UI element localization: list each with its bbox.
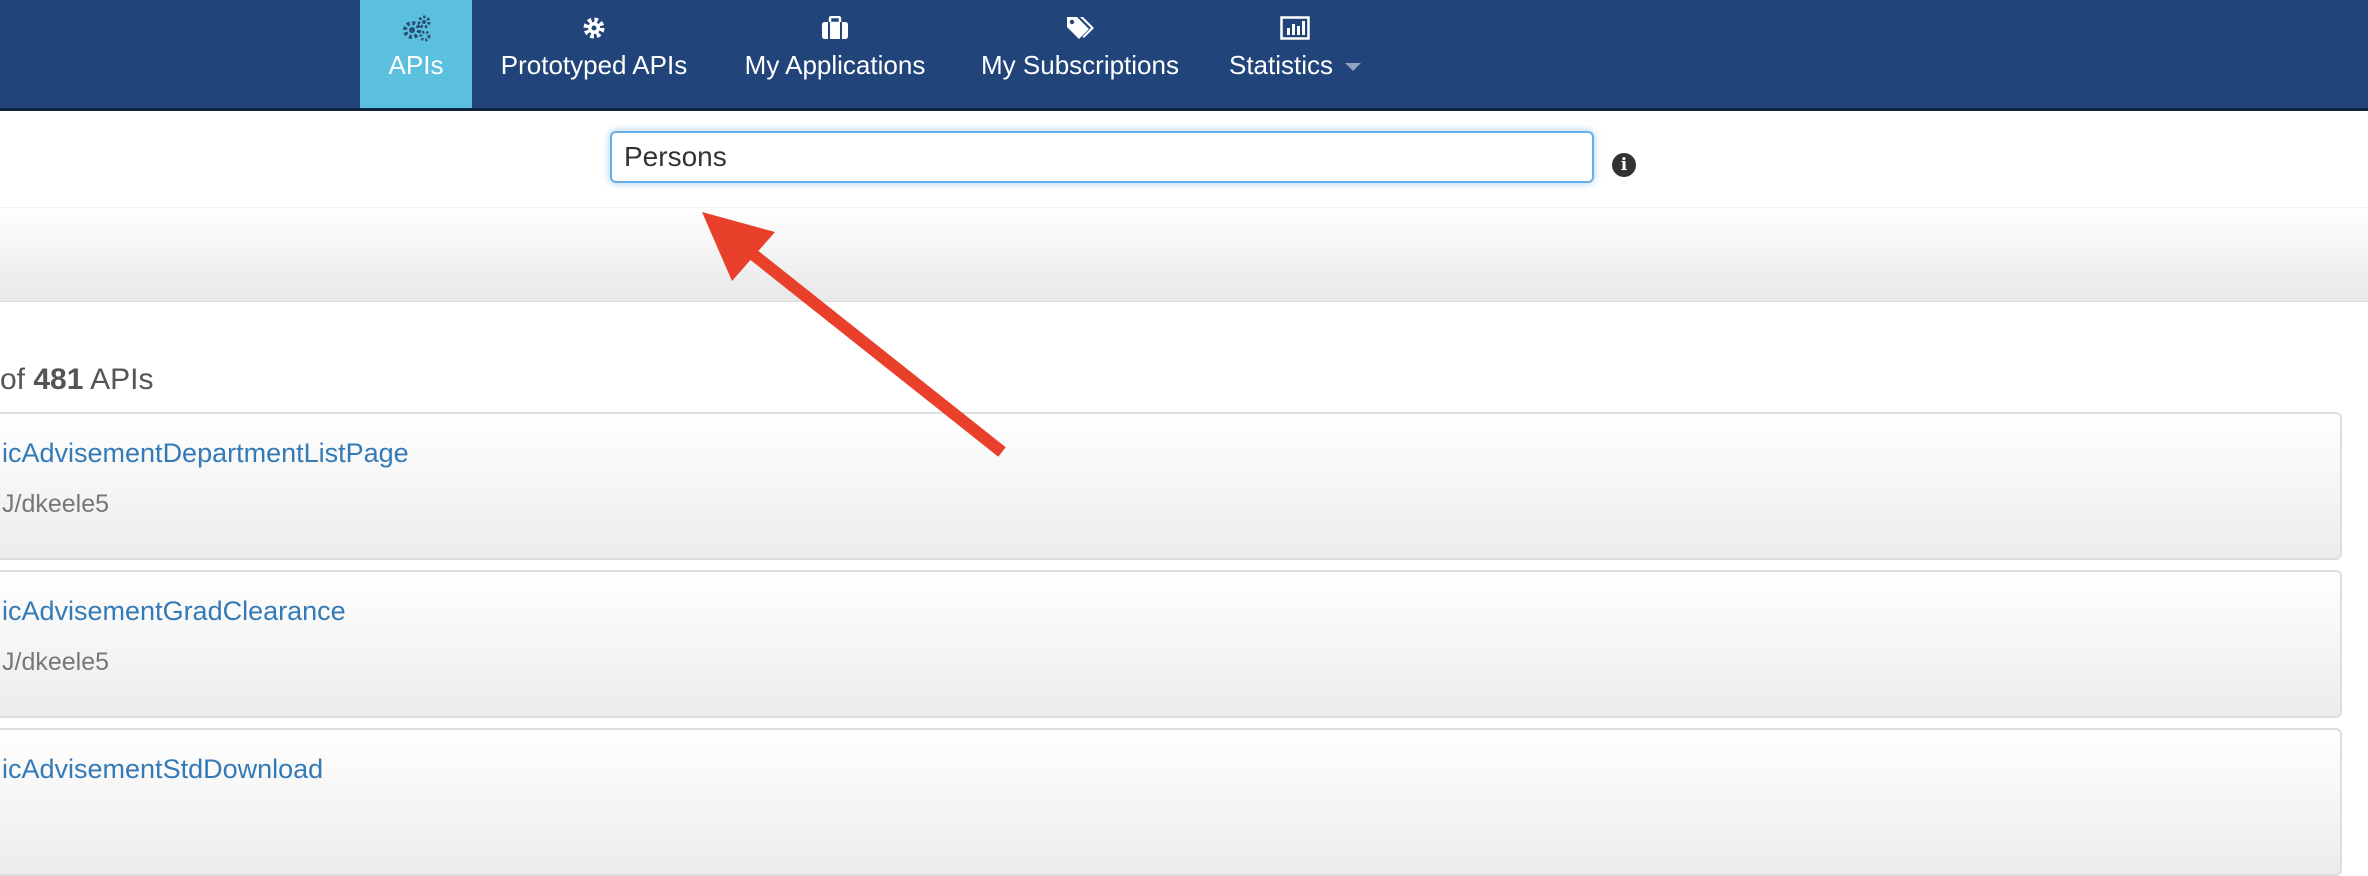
gear-icon	[578, 14, 610, 42]
results-suffix: APIs	[90, 363, 154, 396]
briefcase-icon	[819, 14, 851, 42]
nav-label: My Subscriptions	[981, 50, 1179, 80]
info-icon[interactable]: i	[1612, 153, 1636, 177]
nav-item-my-applications[interactable]: My Applications	[730, 0, 940, 108]
api-card[interactable]: icAdvisementStdDownload	[0, 728, 2342, 876]
api-name-link[interactable]: icAdvisementDepartmentListPage	[2, 438, 409, 469]
nav-label: Prototyped APIs	[500, 50, 688, 80]
chevron-down-icon[interactable]	[1345, 63, 1362, 72]
results-count: of 481 APIs	[0, 363, 153, 397]
results-prefix: of	[0, 363, 26, 396]
nav-label: APIs	[388, 50, 444, 80]
api-owner: J/dkeele5	[2, 648, 110, 676]
api-name-link[interactable]: icAdvisementGradClearance	[2, 596, 346, 627]
api-name-link[interactable]: icAdvisementStdDownload	[2, 754, 323, 785]
results-total: 481	[33, 363, 84, 396]
filter-band	[0, 208, 2368, 302]
nav-item-apis[interactable]: APIs	[360, 0, 472, 108]
bar-chart-icon	[1279, 14, 1311, 42]
nav-item-my-subscriptions[interactable]: My Subscriptions	[968, 0, 1192, 108]
api-card[interactable]: icAdvisementDepartmentListPage J/dkeele5	[0, 412, 2342, 560]
top-navbar: APIs Prototyped APIs My Applications My …	[0, 0, 2368, 111]
nav-label: My Applications	[744, 50, 926, 80]
statistics-label: Statistics	[1228, 50, 1334, 80]
gears-icon	[400, 14, 432, 42]
nav-label: Statistics	[1228, 50, 1362, 81]
api-card[interactable]: icAdvisementGradClearance J/dkeele5	[0, 570, 2342, 718]
search-input[interactable]	[610, 131, 1594, 183]
nav-item-prototyped-apis[interactable]: Prototyped APIs	[484, 0, 704, 108]
api-owner: J/dkeele5	[2, 490, 110, 518]
nav-item-statistics[interactable]: Statistics	[1220, 0, 1370, 108]
tags-icon	[1064, 14, 1096, 42]
search-bar-area: i	[0, 111, 2368, 208]
